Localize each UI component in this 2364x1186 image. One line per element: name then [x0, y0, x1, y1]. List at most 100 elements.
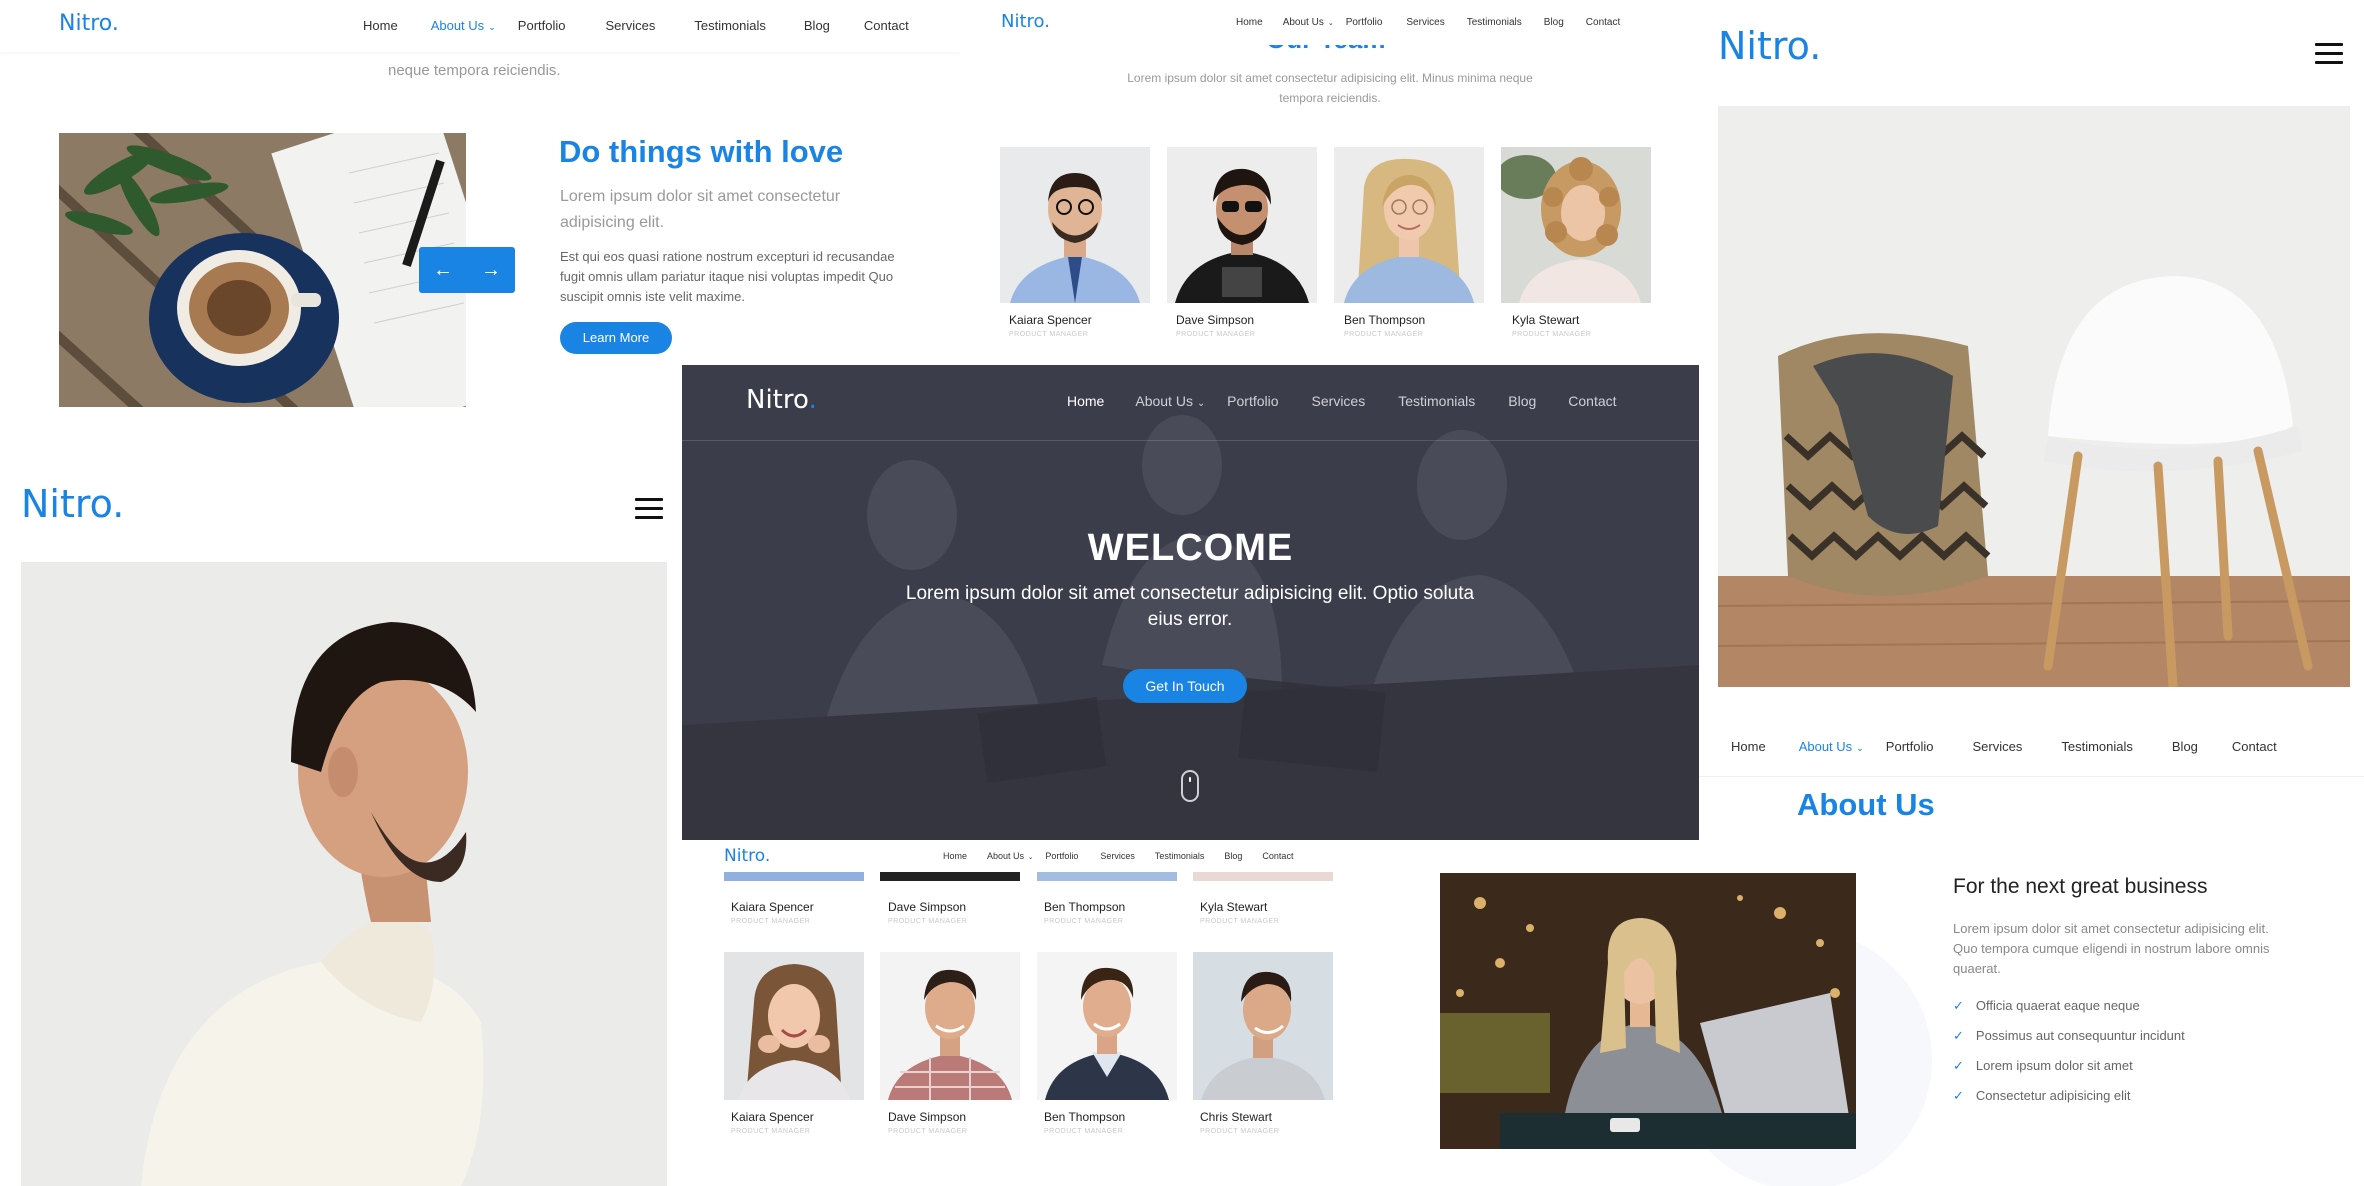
team-photo-kaiara: [1000, 147, 1150, 303]
member-role: PRODUCT MANAGER: [1200, 918, 1280, 925]
nav-testimonials[interactable]: Testimonials: [2061, 739, 2133, 754]
learn-more-button[interactable]: Learn More: [560, 322, 672, 354]
nav-home[interactable]: Home: [1236, 17, 1263, 28]
nav-about-us[interactable]: About Us ⌄: [987, 851, 1033, 861]
checklist-item-label: Possimus aut consequuntur incidunt: [1975, 1028, 2185, 1043]
nav-contact[interactable]: Contact: [864, 18, 909, 33]
nav-menu: Home About Us ⌄ Portfolio Services Testim…: [1067, 393, 1617, 409]
nav-menu: Home About Us ⌄ Portfolio Services Testim…: [943, 851, 1293, 861]
team-photo-smiling-woman: [724, 952, 864, 1100]
nav-about-us[interactable]: About Us ⌄: [1283, 17, 1334, 28]
basket-chair-photo: [1718, 106, 2350, 687]
nav-about-us-label: About Us: [1135, 393, 1193, 409]
arrow-right-icon[interactable]: →: [467, 247, 515, 293]
check-icon: ✓: [1953, 1058, 1964, 1073]
brand-logo[interactable]: Nitro.: [1718, 24, 1821, 68]
member-role: PRODUCT MANAGER: [1512, 331, 1592, 338]
nav-about-us[interactable]: About Us ⌄: [1799, 739, 1864, 754]
nav-portfolio[interactable]: Portfolio: [1346, 17, 1383, 28]
nav-home[interactable]: Home: [1067, 393, 1104, 409]
member-name: Kaiara Spencer: [731, 900, 814, 914]
nav-services[interactable]: Services: [606, 18, 656, 33]
nav-blog[interactable]: Blog: [804, 18, 830, 33]
nav-home[interactable]: Home: [943, 851, 967, 861]
nav-testimonials[interactable]: Testimonials: [1467, 17, 1522, 28]
get-in-touch-button[interactable]: Get In Touch: [1123, 669, 1247, 703]
team-photo-ben: [1334, 147, 1484, 303]
member-role: PRODUCT MANAGER: [888, 1128, 968, 1135]
navbar: Nitro. Home About Us ⌄ Portfolio Services…: [682, 365, 1699, 441]
member-role: PRODUCT MANAGER: [888, 918, 968, 925]
panel-hero-welcome: Nitro. Home About Us ⌄ Portfolio Services…: [682, 365, 1699, 840]
member-name: Kaiara Spencer: [1009, 313, 1092, 327]
member-role: PRODUCT MANAGER: [731, 918, 811, 925]
check-icon: ✓: [1953, 1028, 1964, 1043]
nav-services[interactable]: Services: [1100, 851, 1135, 861]
brand-logo[interactable]: Nitro.: [746, 385, 817, 415]
nav-blog[interactable]: Blog: [2172, 739, 2198, 754]
hamburger-menu-icon[interactable]: [635, 498, 663, 519]
nav-portfolio[interactable]: Portfolio: [518, 18, 566, 33]
checklist-item: ✓ Consectetur adipisicing elit: [1953, 1088, 2131, 1104]
member-role: PRODUCT MANAGER: [1176, 331, 1256, 338]
nav-services[interactable]: Services: [1406, 17, 1444, 28]
section-title: Do things with love: [559, 134, 844, 169]
nav-contact[interactable]: Contact: [1568, 393, 1616, 409]
brand-logo[interactable]: Nitro.: [59, 11, 119, 36]
nav-about-us[interactable]: About Us ⌄: [431, 18, 496, 33]
member-role: PRODUCT MANAGER: [1200, 1128, 1280, 1135]
hamburger-menu-icon[interactable]: [2315, 43, 2343, 64]
nav-portfolio[interactable]: Portfolio: [1045, 851, 1078, 861]
member-name: Ben Thompson: [1044, 900, 1126, 914]
chevron-down-icon: ⌄: [1856, 743, 1864, 753]
checklist-item-label: Officia quaerat eaque neque: [1975, 998, 2140, 1013]
member-name: Kyla Stewart: [1512, 313, 1580, 327]
member-name: Kaiara Spencer: [731, 1110, 814, 1124]
nav-contact[interactable]: Contact: [1262, 851, 1293, 861]
man-glasses-portrait: [1000, 147, 1150, 303]
nav-contact[interactable]: Contact: [2232, 739, 2277, 754]
brand-logo[interactable]: Nitro.: [724, 846, 770, 866]
nav-about-us[interactable]: About Us ⌄: [1135, 393, 1205, 409]
team-photo-kyla: [1501, 147, 1651, 303]
nav-contact[interactable]: Contact: [1586, 17, 1620, 28]
member-role: PRODUCT MANAGER: [1009, 331, 1089, 338]
check-icon: ✓: [1953, 998, 1964, 1013]
arrow-left-icon[interactable]: ←: [419, 247, 467, 293]
checklist-item: ✓ Possimus aut consequuntur incidunt: [1953, 1028, 2185, 1044]
nav-portfolio[interactable]: Portfolio: [1227, 393, 1278, 409]
smiling-woman-portrait: [724, 952, 864, 1100]
nav-about-us-label: About Us: [430, 18, 485, 33]
scroll-mouse-icon[interactable]: [1181, 770, 1199, 802]
nav-about-us-label: About Us: [1798, 739, 1853, 754]
nav-portfolio[interactable]: Portfolio: [1886, 739, 1934, 754]
member-role: PRODUCT MANAGER: [731, 1128, 811, 1135]
nav-blog[interactable]: Blog: [1224, 851, 1242, 861]
nav-menu: Home About Us ⌄ Portfolio Services Testim…: [363, 18, 909, 33]
brand-logo[interactable]: Nitro.: [1001, 11, 1050, 32]
nav-testimonials[interactable]: Testimonials: [1155, 851, 1205, 861]
hero-subtitle: Lorem ipsum dolor sit amet consectetur a…: [905, 583, 1475, 630]
navbar: Nitro. Home About Us ⌄ Portfolio Services…: [0, 0, 960, 52]
nav-blog[interactable]: Blog: [1544, 17, 1564, 28]
team-photo-dave: [1167, 147, 1317, 303]
nav-services[interactable]: Services: [1312, 393, 1366, 409]
nav-testimonials[interactable]: Testimonials: [1398, 393, 1475, 409]
panel-mobile-chair: Nitro.: [1718, 0, 2364, 690]
lead-text: Lorem ipsum dolor sit amet consectetur a…: [560, 188, 841, 231]
nav-about-us-label: About Us: [987, 851, 1025, 861]
nav-home[interactable]: Home: [363, 18, 398, 33]
nav-home[interactable]: Home: [1731, 739, 1766, 754]
team-photo-dave-plaid: [880, 952, 1020, 1100]
hero-title: WELCOME: [1087, 527, 1294, 569]
member-role: PRODUCT MANAGER: [1044, 1128, 1124, 1135]
nav-menu: Home About Us ⌄ Portfolio Services Testim…: [1236, 17, 1620, 28]
panel-our-team: Nitro. Home About Us ⌄ Portfolio Services…: [960, 0, 1680, 365]
team-photo-ben-sweater: [1037, 952, 1177, 1100]
nav-testimonials[interactable]: Testimonials: [694, 18, 766, 33]
member-role: PRODUCT MANAGER: [1044, 918, 1124, 925]
nav-services[interactable]: Services: [1973, 739, 2023, 754]
intro-text-tail: neque tempora reiciendis.: [388, 62, 561, 79]
brand-logo[interactable]: Nitro.: [21, 482, 124, 526]
nav-blog[interactable]: Blog: [1508, 393, 1536, 409]
